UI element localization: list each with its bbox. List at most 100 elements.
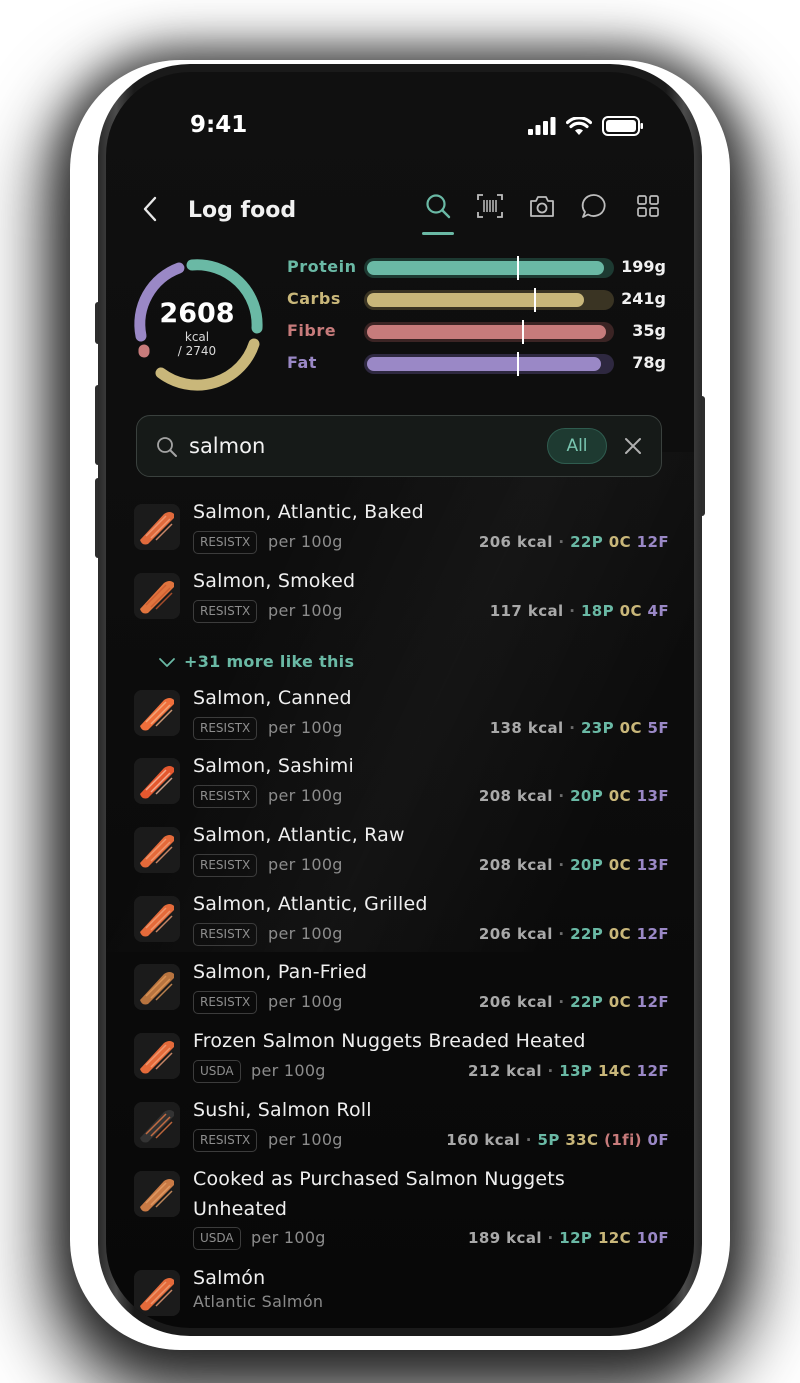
search-icon <box>426 194 451 219</box>
salmon-image-icon <box>134 1171 180 1217</box>
salmon-image-icon <box>134 1102 180 1148</box>
macro-bar-fill <box>367 325 607 339</box>
serving-size: per 100g <box>251 1061 326 1080</box>
filter-all-chip[interactable]: All <box>547 428 607 464</box>
food-thumbnail <box>134 896 180 942</box>
source-badge: USDA <box>193 1227 241 1250</box>
food-name: Salmon, Pan-Fried <box>193 961 368 983</box>
serving-size: per 100g <box>268 718 343 737</box>
carbs-value: 0C <box>619 602 642 620</box>
tab-chat[interactable] <box>578 190 610 222</box>
food-list-item[interactable]: Salmon, Pan-Fried RESISTX per 100g 206 kcal… <box>106 961 694 1032</box>
salmon-image-icon <box>134 1270 180 1316</box>
source-badge: RESISTX <box>193 854 258 877</box>
tab-camera[interactable] <box>526 190 558 222</box>
tab-grid[interactable] <box>632 190 664 222</box>
clear-icon[interactable] <box>621 434 645 458</box>
grid-icon <box>637 195 659 217</box>
food-list-item[interactable]: Salmon, Smoked RESISTX per 100g 117 kcal · … <box>106 570 694 641</box>
calories-value: 208 kcal <box>478 787 553 805</box>
food-thumbnail <box>134 1270 180 1316</box>
separator: · <box>563 602 581 620</box>
carbs-value: 0C <box>608 856 632 874</box>
phone-frame: 9:41 Log food 2608 kcal / 2740 Protein 1… <box>98 64 702 1336</box>
tab-barcode[interactable] <box>474 190 506 222</box>
macro-bar-track <box>364 256 614 280</box>
macro-bar-fill <box>367 357 602 371</box>
nutrition-summary: 160 kcal · 5P 33C (1fi) 0F <box>446 1131 669 1149</box>
food-name: Frozen Salmon Nuggets Breaded Heated <box>193 1030 586 1052</box>
macro-value: 199g <box>621 257 666 276</box>
food-list-item[interactable]: Frozen Salmon Nuggets Breaded Heated USDA… <box>106 1030 694 1101</box>
fat-value: 4F <box>647 602 669 620</box>
food-subtitle: Atlantic Salmón <box>193 1292 324 1311</box>
source-badge: RESISTX <box>193 717 258 740</box>
separator: · <box>541 1062 560 1080</box>
nutrition-summary: 212 kcal · 13P 14C 12F <box>468 1062 669 1080</box>
chevron-down-icon <box>159 658 175 667</box>
macro-target-marker <box>516 256 519 280</box>
calories-value: 160 kcal <box>446 1131 521 1149</box>
food-name: Salmon, Canned <box>193 687 352 709</box>
calories-value: 206 kcal <box>478 925 553 943</box>
macro-label: Protein <box>287 257 357 276</box>
fibre-value: (1fi) <box>604 1131 642 1149</box>
app-screen: 9:41 Log food 2608 kcal / 2740 Protein 1… <box>106 72 694 1328</box>
status-icons <box>528 116 644 136</box>
fat-value: 12F <box>636 1062 669 1080</box>
food-list-item[interactable]: Salmon, Atlantic, Raw RESISTX per 100g 208 … <box>106 824 694 895</box>
food-list-item[interactable]: Cooked as Purchased Salmon Nuggets Unheat… <box>106 1168 694 1250</box>
more-like-this-link[interactable]: +31 more like this <box>184 652 354 671</box>
separator: · <box>552 787 571 805</box>
food-list-item[interactable]: Sushi, Salmon Roll RESISTX per 100g 160 kca… <box>106 1099 694 1170</box>
status-time: 9:41 <box>190 112 248 138</box>
protein-value: 22P <box>570 533 604 551</box>
source-badge: RESISTX <box>193 785 258 808</box>
fat-value: 0F <box>647 1131 669 1149</box>
search-bar[interactable]: All <box>136 415 662 477</box>
macro-bar-fill <box>367 293 585 307</box>
salmon-image-icon <box>134 504 180 550</box>
separator: · <box>552 533 571 551</box>
back-chevron-icon[interactable] <box>136 192 166 226</box>
barcode-scan-icon <box>477 194 503 218</box>
food-list-item[interactable]: Salmon, Atlantic, Grilled RESISTX per 100g… <box>106 893 694 964</box>
macro-target-marker <box>534 288 536 312</box>
carbs-value: 12C <box>597 1229 632 1247</box>
salmon-image-icon <box>134 964 180 1010</box>
food-list-item[interactable]: Salmón Atlantic Salmón <box>106 1267 694 1328</box>
search-input[interactable] <box>189 430 529 462</box>
macro-target-marker <box>516 352 519 376</box>
serving-size: per 100g <box>251 1228 326 1247</box>
food-thumbnail <box>134 690 180 736</box>
food-list-item[interactable]: Salmon, Atlantic, Baked RESISTX per 100g 20… <box>106 501 694 572</box>
fat-value: 12F <box>636 925 669 943</box>
carbs-value: 0C <box>608 993 632 1011</box>
food-list-item[interactable]: Salmon, Canned RESISTX per 100g 138 kcal · … <box>106 687 694 758</box>
food-thumbnail <box>134 758 180 804</box>
tab-search[interactable] <box>422 190 454 222</box>
separator: · <box>552 856 571 874</box>
food-list-item[interactable]: Salmon, Sashimi RESISTX per 100g 208 kcal ·… <box>106 755 694 826</box>
food-thumbnail <box>134 1102 180 1148</box>
protein-value: 23P <box>580 719 615 737</box>
wifi-icon <box>566 116 592 135</box>
serving-size: per 100g <box>268 786 343 805</box>
macro-value: 241g <box>621 289 666 308</box>
nutrition-summary: 189 kcal · 12P 12C 10F <box>468 1229 669 1247</box>
food-name: Salmon, Atlantic, Raw <box>193 824 405 846</box>
macro-target-marker <box>521 320 524 344</box>
food-thumbnail <box>134 573 180 619</box>
salmon-image-icon <box>134 690 180 736</box>
fat-value: 5F <box>647 719 669 737</box>
serving-size: per 100g <box>268 855 343 874</box>
salmon-image-icon <box>134 573 180 619</box>
carbs-value: 14C <box>597 1062 632 1080</box>
protein-value: 18P <box>580 602 615 620</box>
separator: · <box>520 1131 538 1149</box>
serving-size: per 100g <box>268 1130 343 1149</box>
macro-bar-track <box>364 320 614 344</box>
carbs-value: 0C <box>608 925 632 943</box>
food-name: Salmon, Atlantic, Grilled <box>193 893 428 915</box>
separator: · <box>541 1229 560 1247</box>
